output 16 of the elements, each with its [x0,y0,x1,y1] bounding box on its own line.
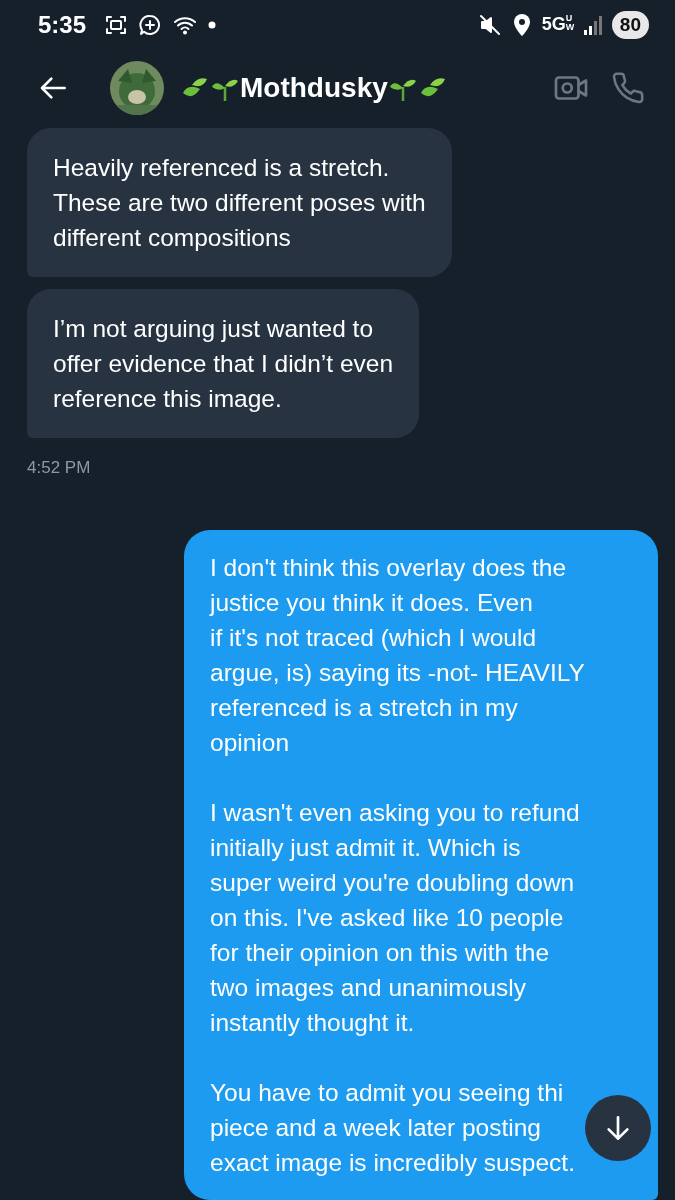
message-paragraph: You have to admit you seeing thi piece and a week later posting exact image is incredibly suspect. [210,1078,575,1178]
received-message: I’m not arguing just wanted to offer evidence that I didn’t even reference this image. [27,289,420,438]
phone-call-button[interactable] [611,70,645,105]
phone-icon [611,70,645,105]
chat-plus-icon [138,12,163,37]
signal-icon [583,14,602,35]
received-message: Heavily referenced is a stretch. These are two different poses with different compositions [27,128,452,277]
location-icon [511,12,532,37]
message-paragraph: I don't think this overlay does the justice you think it does. Even if it's not traced (which I would argue, is) saying its -not- HEAVILY referenced is a stretch in my opinion [210,553,585,758]
message-paragraph: I wasn't even asking you to refund initially just admit it. Which is super weird you're doubling down on this. I've asked like 10 people for their opinion on this with the two images and unanimously instantly thought it. [210,798,580,1038]
battery-level: 80 [611,10,649,39]
message-time: 4:52 PM [27,458,91,478]
mute-icon [477,12,502,37]
contact-name: Mothdusky [240,71,388,104]
status-time: 5:35 [38,10,87,39]
dot-icon [208,20,217,29]
